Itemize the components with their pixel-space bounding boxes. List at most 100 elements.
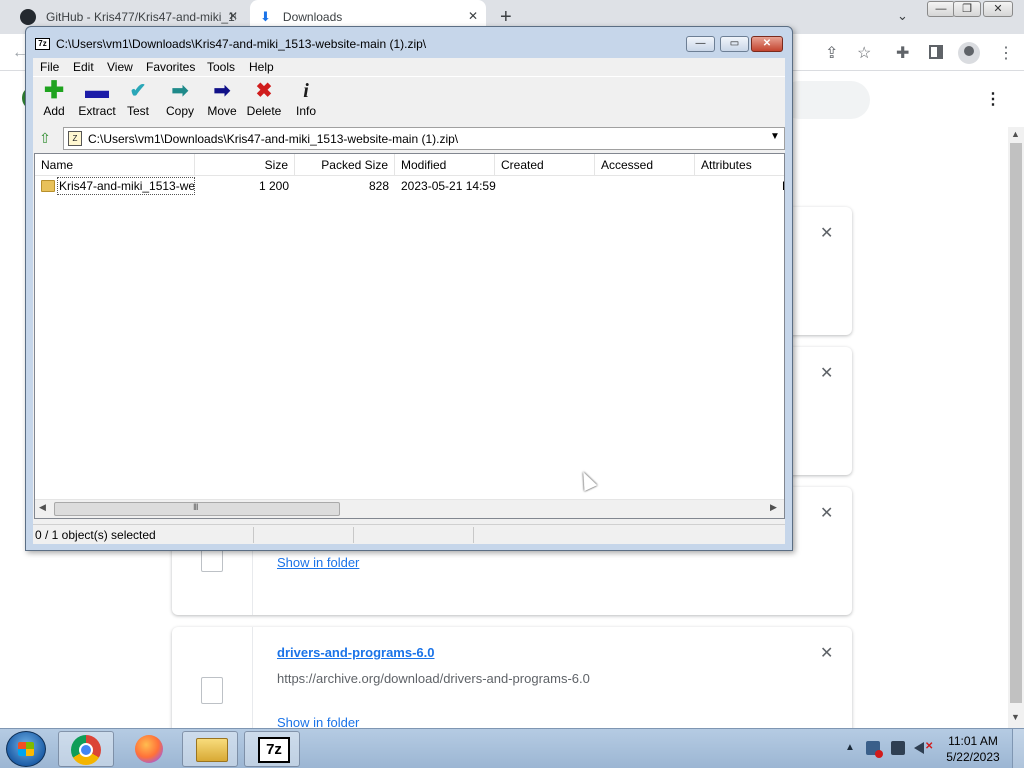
extensions-puzzle-icon[interactable]: ✚ (896, 43, 909, 63)
window-title: C:\Users\vm1\Downloads\Kris47-and-miki_1… (56, 37, 427, 51)
clock-date[interactable]: 5/22/2023 (936, 750, 1010, 764)
menu-file[interactable]: File (40, 60, 59, 74)
close-button[interactable]: ✕ (751, 36, 783, 52)
column-header-size[interactable]: Size (195, 154, 295, 176)
status-separator (473, 527, 474, 543)
column-header-modified[interactable]: Modified (395, 154, 495, 176)
menu-edit[interactable]: Edit (73, 60, 94, 74)
test-check-icon: ✔ (129, 80, 147, 102)
menu-view[interactable]: View (107, 60, 133, 74)
chrome-menu-icon[interactable]: ⋮ (998, 43, 1014, 63)
download-icon: ⬇ (260, 9, 271, 24)
tool-label: Info (295, 104, 316, 118)
clock-time[interactable]: 11:01 AM (936, 734, 1010, 748)
column-header-row: Name Size Packed Size Modified Created A… (35, 154, 784, 176)
tool-label: Delete (246, 104, 282, 118)
downloads-search-bar[interactable] (780, 81, 870, 119)
7zip-file-manager-window: 7z C:\Users\vm1\Downloads\Kris47-and-mik… (25, 26, 793, 551)
scroll-right-arrow-icon[interactable]: ▶ (770, 502, 777, 513)
download-file-name[interactable]: drivers-and-programs-6.0 (277, 645, 435, 660)
tab-title-github: GitHub - Kris477/Kris47-and-miki_1513-we… (46, 10, 236, 24)
info-button[interactable]: i Info (284, 80, 328, 124)
toolbar: ✚ Add ▬ Extract ✔ Test ➡ Copy ➡ Move ✖ D… (33, 76, 785, 126)
remove-download-icon[interactable]: ✕ (820, 503, 833, 523)
column-header-attributes[interactable]: Attributes (695, 154, 784, 176)
download-card: ✕ drivers-and-programs-6.0 https://archi… (172, 627, 852, 728)
address-dropdown-arrow-icon[interactable]: ▼ (770, 131, 780, 142)
scrollbar-grip-icon: III (193, 502, 198, 512)
move-arrow-icon: ➡ (213, 80, 231, 102)
column-header-created[interactable]: Created (495, 154, 595, 176)
bookmark-star-icon[interactable]: ☆ (857, 43, 871, 63)
extract-button[interactable]: ▬ Extract (75, 77, 119, 124)
scrollbar-thumb[interactable] (1010, 143, 1022, 703)
chrome-logo-icon (71, 735, 101, 765)
windows-logo-icon (18, 742, 34, 756)
scroll-up-arrow-icon[interactable]: ▲ (1011, 129, 1020, 139)
menu-help[interactable]: Help (249, 60, 274, 74)
column-header-packed-size[interactable]: Packed Size (295, 154, 395, 176)
remove-download-icon[interactable]: ✕ (820, 643, 833, 663)
download-url: https://archive.org/download/drivers-and… (277, 671, 590, 686)
firefox-logo-icon (135, 735, 163, 763)
file-explorer-folder-icon (196, 738, 228, 762)
minimize-button[interactable]: — (686, 36, 715, 52)
column-header-name[interactable]: Name (35, 154, 195, 176)
remove-download-icon[interactable]: ✕ (820, 223, 833, 243)
side-panel-icon[interactable] (929, 45, 943, 59)
action-center-flag-icon[interactable] (866, 741, 883, 758)
start-button[interactable] (6, 731, 46, 767)
taskbar-chrome-button[interactable] (58, 731, 114, 767)
extract-minus-icon: ▬ (85, 77, 109, 104)
column-header-accessed[interactable]: Accessed (595, 154, 695, 176)
taskbar-7zip-button[interactable]: 7z (244, 731, 300, 767)
close-button[interactable]: ✕ (983, 1, 1013, 17)
file-name: Kris47-and-miki_1513-website-main (57, 177, 195, 195)
copy-button[interactable]: ➡ Copy (158, 80, 202, 124)
scroll-down-arrow-icon[interactable]: ▼ (1011, 712, 1020, 722)
menu-favorites[interactable]: Favorites (146, 60, 195, 74)
tool-label: Add (43, 104, 65, 118)
remove-download-icon[interactable]: ✕ (820, 363, 833, 383)
minimize-button[interactable]: — (927, 1, 955, 17)
add-button[interactable]: ✚ Add (32, 79, 76, 124)
table-row[interactable]: Kris47-and-miki_1513-website-main 1 200 … (35, 176, 784, 196)
more-actions-icon[interactable]: ⋮ (985, 89, 1001, 109)
show-in-folder-link[interactable]: Show in folder (277, 715, 359, 728)
tab-close-icon[interactable]: ✕ (468, 9, 478, 23)
show-desktop-button[interactable] (1012, 729, 1024, 768)
up-folder-icon[interactable]: ⇧ (36, 130, 54, 147)
address-bar: ⇧ Z C:\Users\vm1\Downloads\Kris47-and-mi… (33, 127, 785, 151)
window-titlebar[interactable]: 7z C:\Users\vm1\Downloads\Kris47-and-mik… (26, 27, 792, 59)
name-cell[interactable]: Kris47-and-miki_1513-website-main (35, 176, 195, 196)
archive-file-icon: Z (68, 131, 82, 146)
page-scrollbar[interactable]: ▲ ▼ (1008, 127, 1024, 728)
volume-speaker-icon[interactable] (914, 742, 924, 754)
menu-tools[interactable]: Tools (207, 60, 235, 74)
status-bar: 0 / 1 object(s) selected (33, 524, 785, 544)
show-hidden-icons-arrow-icon[interactable]: ▲ (845, 742, 855, 753)
maximize-button[interactable]: ▭ (720, 36, 749, 52)
network-icon[interactable] (891, 741, 905, 755)
tab-close-icon[interactable]: ✕ (228, 9, 238, 23)
modified-cell: 2023-05-21 14:59 (401, 179, 496, 193)
horizontal-scrollbar[interactable]: ◀ III ▶ (35, 499, 784, 518)
maximize-button[interactable]: ❐ (953, 1, 981, 17)
move-button[interactable]: ➡ Move (200, 80, 244, 124)
window-client-area: File Edit View Favorites Tools Help ✚ Ad… (33, 58, 785, 544)
profile-avatar-icon[interactable] (958, 42, 980, 64)
taskbar-firefox-button[interactable] (120, 731, 176, 767)
scroll-left-arrow-icon[interactable]: ◀ (39, 502, 46, 513)
delete-button[interactable]: ✖ Delete (242, 80, 286, 124)
share-icon[interactable]: ⇪ (825, 43, 838, 63)
address-combobox[interactable]: Z C:\Users\vm1\Downloads\Kris47-and-miki… (63, 127, 785, 150)
tab-title-downloads: Downloads (282, 10, 343, 24)
tab-search-icon[interactable]: ⌄ (897, 8, 908, 24)
scrollbar-thumb[interactable]: III (54, 502, 340, 516)
taskbar-explorer-button[interactable] (182, 731, 238, 767)
selection-status: 0 / 1 object(s) selected (35, 528, 156, 542)
show-in-folder-link[interactable]: Show in folder (277, 555, 359, 570)
windows-taskbar: 7z ▲ ✕ 11:01 AM 5/22/2023 (0, 728, 1024, 768)
file-list: Name Size Packed Size Modified Created A… (34, 153, 785, 519)
test-button[interactable]: ✔ Test (116, 80, 160, 124)
